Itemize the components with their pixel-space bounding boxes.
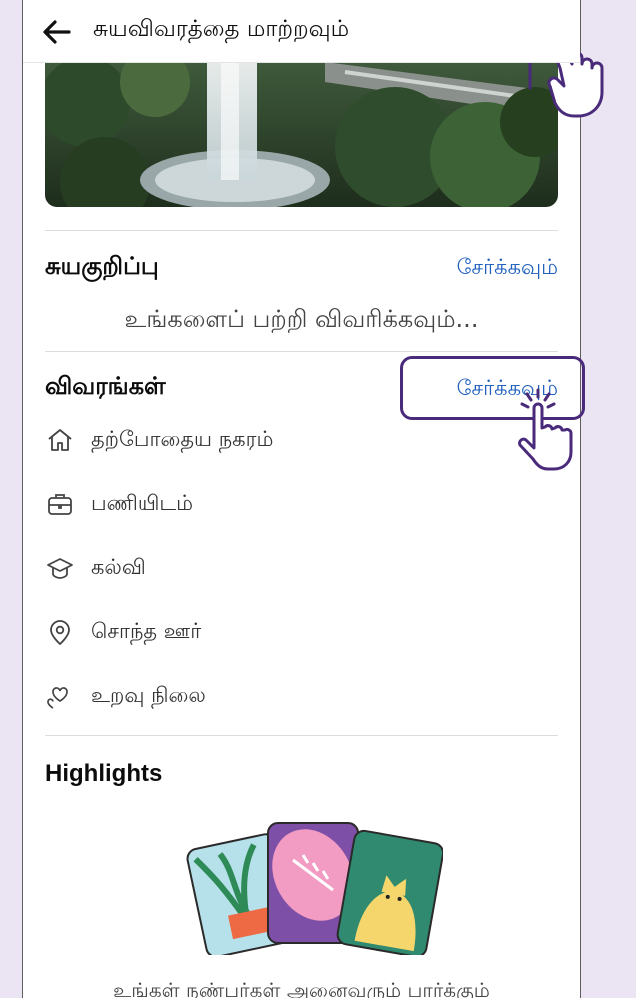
divider bbox=[45, 351, 558, 352]
briefcase-icon bbox=[45, 489, 75, 519]
detail-item-education[interactable]: கல்வி bbox=[45, 552, 146, 584]
bio-add-link[interactable]: சேர்க்கவும் bbox=[457, 255, 558, 282]
detail-item-workplace[interactable]: பணியிடம் bbox=[45, 488, 193, 520]
hearts-icon bbox=[45, 681, 75, 711]
home-icon bbox=[45, 425, 75, 455]
top-bar: சுயவிவரத்தை மாற்றவும் bbox=[23, 0, 580, 63]
detail-item-relationship[interactable]: உறவு நிலை bbox=[45, 680, 206, 712]
highlights-title: Highlights bbox=[45, 760, 163, 787]
detail-item-hometown[interactable]: சொந்த ஊர் bbox=[45, 616, 201, 648]
detail-item-label: தற்போதைய நகரம் bbox=[91, 426, 274, 451]
highlights-description: உங்கள் நண்பர்கள் அனைவரும் பார்க்கும் bbox=[113, 978, 490, 998]
detail-item-current-city[interactable]: தற்போதைய நகரம் bbox=[45, 424, 273, 456]
detail-item-label: சொந்த ஊர் bbox=[91, 618, 202, 643]
bio-section-title: சுயகுறிப்பு bbox=[45, 252, 159, 280]
highlights-illustration bbox=[183, 820, 445, 958]
graduation-cap-icon bbox=[45, 553, 75, 583]
divider bbox=[45, 735, 558, 736]
details-section-title: விவரங்கள் bbox=[45, 372, 166, 400]
phone-screen: சுயவிவரத்தை மாற்றவும் சுயகுறிப்பு சேர்க்… bbox=[22, 0, 581, 998]
cover-photo[interactable] bbox=[45, 62, 558, 207]
location-pin-icon bbox=[45, 617, 75, 647]
arrow-left-icon[interactable] bbox=[39, 14, 75, 50]
detail-item-label: கல்வி bbox=[91, 554, 146, 579]
detail-item-label: உறவு நிலை bbox=[91, 682, 206, 707]
divider bbox=[45, 230, 558, 231]
page-title: சுயவிவரத்தை மாற்றவும் bbox=[93, 16, 350, 42]
bio-placeholder[interactable]: உங்களைப் பற்றி விவரிக்கவும்... bbox=[23, 305, 580, 336]
details-add-link[interactable]: சேர்க்கவும் bbox=[457, 376, 558, 403]
detail-item-label: பணியிடம் bbox=[91, 490, 194, 515]
